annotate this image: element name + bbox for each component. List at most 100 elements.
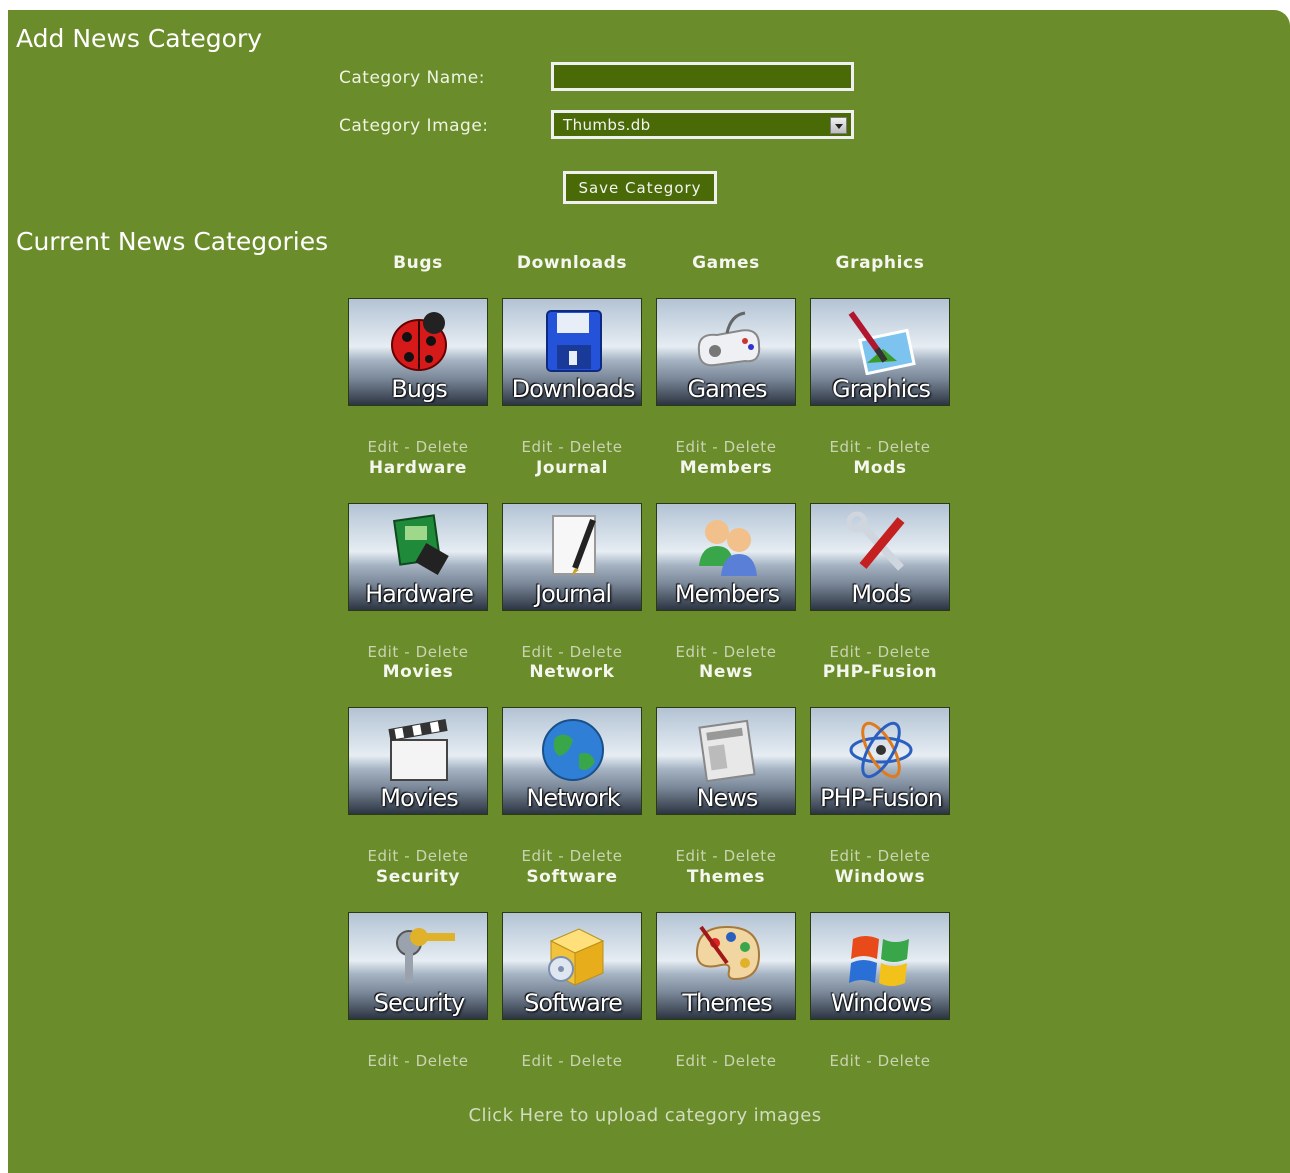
- category-image[interactable]: Movies: [348, 707, 488, 815]
- category-image-text: Windows: [830, 988, 932, 1017]
- tools-icon: [846, 511, 905, 571]
- delete-link[interactable]: Delete: [416, 847, 469, 865]
- category-image-text: Hardware: [365, 579, 474, 608]
- category-image[interactable]: Bugs: [348, 298, 488, 406]
- category-name-label: Category Name:: [339, 68, 485, 88]
- delete-link[interactable]: Delete: [570, 847, 623, 865]
- category-title: Themes: [686, 866, 766, 887]
- category-item: Journal Journal Edit - Delete: [502, 458, 642, 662]
- category-image-select[interactable]: Thumbs.db: [551, 110, 854, 139]
- category-image-text: Themes: [682, 988, 772, 1017]
- category-image-text: Journal: [534, 579, 612, 608]
- category-image[interactable]: Mods: [810, 502, 950, 611]
- category-title: Members: [679, 457, 773, 478]
- category-actions: Edit - Delete: [492, 1052, 652, 1070]
- edit-link[interactable]: Edit: [675, 1052, 706, 1070]
- category-title: Windows: [834, 866, 926, 887]
- category-item: Graphics Graphics Edit - Delete: [810, 253, 950, 457]
- delete-link[interactable]: Delete: [724, 1052, 777, 1070]
- category-item: Network Network Edit - Delete: [502, 662, 642, 866]
- category-image-text: News: [696, 784, 759, 812]
- category-image[interactable]: Hardware: [348, 502, 488, 611]
- action-separator: -: [404, 1051, 411, 1070]
- category-image[interactable]: Network: [502, 707, 642, 815]
- delete-link[interactable]: Delete: [416, 1052, 469, 1070]
- category-title: Downloads: [516, 253, 628, 273]
- edit-link[interactable]: Edit: [521, 643, 552, 661]
- delete-link[interactable]: Delete: [724, 438, 777, 456]
- edit-link[interactable]: Edit: [675, 643, 706, 661]
- category-title: Graphics: [835, 253, 925, 273]
- category-image[interactable]: PHP-Fusion: [810, 707, 950, 815]
- category-title: Mods: [853, 457, 907, 478]
- delete-link[interactable]: Delete: [570, 438, 623, 456]
- category-title: Software: [526, 866, 618, 887]
- category-image-text: Bugs: [391, 375, 447, 403]
- category-image[interactable]: Members: [656, 502, 796, 611]
- delete-link[interactable]: Delete: [570, 643, 623, 661]
- action-separator: -: [558, 1051, 565, 1070]
- category-title: Journal: [535, 457, 609, 478]
- action-separator: -: [866, 438, 873, 456]
- edit-link[interactable]: Edit: [829, 847, 860, 865]
- category-image[interactable]: Games: [656, 298, 796, 406]
- category-item: Mods Mods Edit - Delete: [810, 458, 950, 662]
- notepad-pen-icon: [552, 514, 596, 576]
- delete-link[interactable]: Delete: [570, 1052, 623, 1070]
- category-image[interactable]: Windows: [810, 911, 950, 1020]
- delete-link[interactable]: Delete: [724, 847, 777, 865]
- windows-logo-icon: [849, 935, 909, 986]
- category-image[interactable]: Themes: [656, 911, 796, 1020]
- category-image[interactable]: Journal: [502, 502, 642, 611]
- category-item: Windows Windows Edit - Delete: [810, 867, 950, 1071]
- edit-link[interactable]: Edit: [521, 438, 552, 456]
- category-name-input[interactable]: [551, 62, 854, 91]
- delete-link[interactable]: Delete: [878, 1052, 931, 1070]
- action-separator: -: [866, 642, 873, 661]
- delete-link[interactable]: Delete: [878, 847, 931, 865]
- action-separator: -: [712, 847, 719, 865]
- chevron-down-icon[interactable]: [830, 117, 847, 134]
- floppy-disk-icon: [546, 310, 602, 372]
- category-image-label: Category Image:: [339, 116, 489, 136]
- edit-link[interactable]: Edit: [675, 438, 706, 456]
- category-image[interactable]: Graphics: [810, 298, 950, 406]
- edit-link[interactable]: Edit: [521, 1052, 552, 1070]
- edit-link[interactable]: Edit: [367, 643, 398, 661]
- edit-link[interactable]: Edit: [367, 847, 398, 865]
- delete-link[interactable]: Delete: [878, 643, 931, 661]
- edit-link[interactable]: Edit: [521, 847, 552, 865]
- edit-link[interactable]: Edit: [367, 1052, 398, 1070]
- category-item: Themes Themes Edit - Delete: [656, 867, 796, 1071]
- category-title: News: [699, 662, 753, 682]
- category-actions: Edit - Delete: [800, 438, 960, 456]
- category-actions: Edit - Delete: [338, 643, 498, 661]
- edit-link[interactable]: Edit: [829, 643, 860, 661]
- category-image[interactable]: Software: [502, 911, 642, 1020]
- category-image[interactable]: Security: [348, 911, 488, 1020]
- upload-images-link[interactable]: Click Here to upload category images: [0, 1105, 1290, 1126]
- paintbrush-picture-icon: [848, 311, 916, 375]
- category-item: PHP-Fusion PHP-Fusion Edit - Delete: [810, 662, 950, 866]
- category-item: Games Games Edit - Delete: [656, 253, 796, 457]
- category-image[interactable]: Downloads: [502, 298, 642, 406]
- delete-link[interactable]: Delete: [724, 643, 777, 661]
- category-image[interactable]: News: [656, 707, 796, 815]
- category-actions: Edit - Delete: [492, 438, 652, 456]
- category-image-text: Security: [373, 988, 466, 1017]
- category-actions: Edit - Delete: [492, 847, 652, 865]
- delete-link[interactable]: Delete: [878, 438, 931, 456]
- category-actions: Edit - Delete: [338, 438, 498, 456]
- category-image-text: Downloads: [511, 375, 636, 403]
- delete-link[interactable]: Delete: [416, 643, 469, 661]
- save-category-button[interactable]: Save Category: [563, 171, 717, 204]
- edit-link[interactable]: Edit: [367, 438, 398, 456]
- edit-link[interactable]: Edit: [675, 847, 706, 865]
- edit-link[interactable]: Edit: [829, 1052, 860, 1070]
- category-title: Movies: [382, 662, 454, 682]
- delete-link[interactable]: Delete: [416, 438, 469, 456]
- category-image-text: Network: [526, 784, 620, 812]
- category-title: Games: [692, 253, 760, 273]
- gamepad-icon: [697, 311, 761, 367]
- edit-link[interactable]: Edit: [829, 438, 860, 456]
